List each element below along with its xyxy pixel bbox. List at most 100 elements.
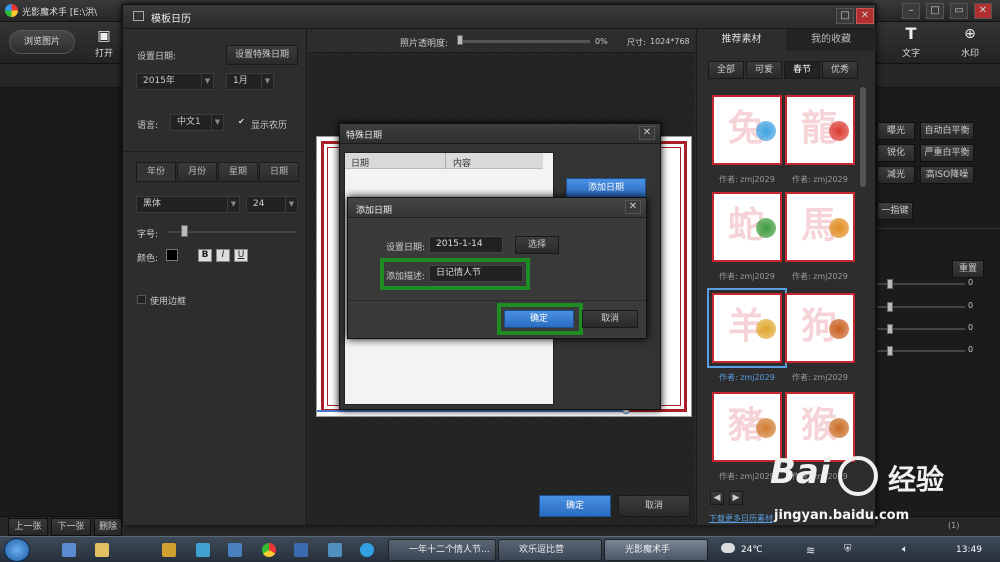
app-icon-1[interactable] <box>162 543 176 557</box>
template-ok-button[interactable]: 确定 <box>539 495 611 517</box>
language-select[interactable]: 中文1 ▼ <box>170 114 224 131</box>
font-size-select[interactable]: 24 ▼ <box>246 196 298 213</box>
template-maximize-button[interactable]: □ <box>836 8 854 24</box>
severe-white-balance-button[interactable]: 严重白平衡 <box>920 144 974 162</box>
tab-date[interactable]: 日期 <box>259 162 299 182</box>
next-page-button[interactable]: ▶ <box>729 491 743 505</box>
network-icon[interactable]: ≋ <box>806 544 815 557</box>
close-icon[interactable]: ✕ <box>639 126 655 140</box>
add-date-ok-button[interactable]: 确定 <box>504 310 574 328</box>
watermark-jingyan-text: 经验 <box>888 463 945 496</box>
template-thumbnail[interactable]: 兔 <box>712 95 782 165</box>
reset-button[interactable]: 重置 <box>952 260 984 278</box>
date-input[interactable]: 2015-1-14 <box>429 236 503 253</box>
opacity-label: 照片透明度: <box>400 39 449 49</box>
prev-page-button[interactable]: ◀ <box>710 491 724 505</box>
exposure-button[interactable]: 曝光 <box>877 122 915 140</box>
description-input[interactable]: 日记情人节 <box>429 265 523 282</box>
next-image-button[interactable]: 下一张 <box>51 518 91 536</box>
sharpen-button[interactable]: 锐化 <box>877 144 915 162</box>
download-more-link[interactable]: 下载更多日历素材 <box>709 513 773 524</box>
template-thumbnail[interactable]: 狗 <box>785 293 855 363</box>
filter-cute[interactable]: 可爱 <box>746 61 782 79</box>
year-select[interactable]: 2015年 ▼ <box>136 73 214 90</box>
taskbar-item-chat[interactable]: 欢乐逗比营 <box>498 539 602 561</box>
thumbnail-author: 作者: zmj2029 <box>792 272 848 281</box>
choose-date-button[interactable]: 选择 <box>515 236 559 254</box>
close-icon[interactable]: ✕ <box>625 200 641 214</box>
filter-excellent[interactable]: 优秀 <box>822 61 858 79</box>
opacity-value: 0% <box>595 37 608 46</box>
lunar-checkbox[interactable]: ✔ <box>237 118 246 127</box>
border-checkbox[interactable] <box>137 295 146 304</box>
filter-spring-festival[interactable]: 春节 <box>784 61 820 79</box>
tab-year[interactable]: 年份 <box>136 162 176 182</box>
table-header: 日期 内容 <box>345 153 543 169</box>
chevron-down-icon: ▼ <box>201 74 213 89</box>
font-select[interactable]: 黑体 ▼ <box>136 196 240 213</box>
tab-month[interactable]: 月份 <box>177 162 217 182</box>
size-slider-knob[interactable] <box>181 225 188 237</box>
text-tool-label[interactable]: 文字 <box>894 46 928 59</box>
template-thumbnail[interactable]: 龍 <box>785 95 855 165</box>
material-scrollbar[interactable] <box>860 87 866 187</box>
tab-weekday[interactable]: 星期 <box>218 162 258 182</box>
open-icon[interactable]: ▣ <box>93 28 115 44</box>
color-swatch[interactable] <box>166 249 178 261</box>
watermark-tool-label[interactable]: 水印 <box>953 46 987 59</box>
taskbar-item-firefox[interactable]: 一年十二个情人节... <box>388 539 496 561</box>
app-close-button[interactable]: ✕ <box>974 3 992 19</box>
add-date-button[interactable]: 添加日期 <box>566 178 646 198</box>
delete-image-button[interactable]: 删除 <box>94 518 122 536</box>
explorer-icon[interactable] <box>95 543 109 557</box>
search-icon[interactable] <box>228 543 242 557</box>
italic-button[interactable]: I <box>216 249 230 262</box>
app-icon-2[interactable] <box>196 543 210 557</box>
set-date-label: 设置日期: <box>137 52 177 62</box>
media-player-icon[interactable] <box>360 543 374 557</box>
taskbar-item-photo-app[interactable]: 光影魔术手 <box>604 539 708 561</box>
prev-image-button[interactable]: 上一张 <box>8 518 48 536</box>
adjust-slider-1[interactable]: 0 <box>877 278 987 289</box>
template-thumbnail[interactable]: 羊 <box>707 288 787 368</box>
high-iso-denoise-button[interactable]: 高ISO降噪 <box>920 166 974 184</box>
opacity-slider-knob[interactable] <box>457 35 463 45</box>
add-date-cancel-button[interactable]: 取消 <box>582 310 638 328</box>
adjust-slider-3[interactable]: 0 <box>877 323 987 334</box>
adjust-slider-4[interactable]: 0 <box>877 345 987 356</box>
divider <box>877 228 1000 229</box>
filter-all[interactable]: 全部 <box>708 61 744 79</box>
shield-icon[interactable]: ⛨ <box>844 544 852 555</box>
app-minimize-button[interactable]: – <box>902 3 920 19</box>
one-key-button[interactable]: 一指键 <box>877 202 913 220</box>
watermark-tool-icon[interactable]: ⊕ <box>959 26 981 42</box>
underline-button[interactable]: U <box>234 249 248 262</box>
app-maximize-button[interactable]: □ <box>926 3 944 19</box>
open-label[interactable]: 打开 <box>87 46 121 59</box>
adjust-slider-2[interactable]: 0 <box>877 301 987 312</box>
app-restore-button[interactable]: ▭ <box>950 3 968 19</box>
month-select[interactable]: 1月 ▼ <box>226 73 274 90</box>
volume-icon[interactable]: 🔈︎ <box>902 544 908 555</box>
set-special-date-button[interactable]: 设置特殊日期 <box>226 45 298 65</box>
template-close-button[interactable]: ✕ <box>856 8 874 24</box>
auto-white-balance-button[interactable]: 自动白平衡 <box>920 122 974 140</box>
dim-button[interactable]: 减光 <box>877 166 915 184</box>
tab-favorites[interactable]: 我的收藏 <box>786 29 876 51</box>
template-thumbnail[interactable]: 馬 <box>785 192 855 262</box>
app-icon-3[interactable] <box>294 543 308 557</box>
thumbnail-author: 作者: zmj2029 <box>719 472 775 481</box>
template-thumbnail[interactable]: 蛇 <box>712 192 782 262</box>
bold-button[interactable]: B <box>198 249 212 262</box>
browse-images-button[interactable]: 浏览图片 <box>9 30 75 54</box>
start-button[interactable] <box>4 538 30 562</box>
show-desktop-icon[interactable] <box>62 543 76 557</box>
size-dimensions-value: 1024*768 <box>650 37 690 46</box>
opacity-slider-track[interactable] <box>458 40 590 43</box>
app-icon-4[interactable] <box>328 543 342 557</box>
template-cancel-button[interactable]: 取消 <box>618 495 690 517</box>
tab-recommended[interactable]: 推荐素材 <box>697 29 786 51</box>
add-date-title: 添加日期 <box>356 206 393 216</box>
chrome-icon[interactable] <box>262 543 276 557</box>
text-tool-icon[interactable]: T <box>900 26 922 42</box>
